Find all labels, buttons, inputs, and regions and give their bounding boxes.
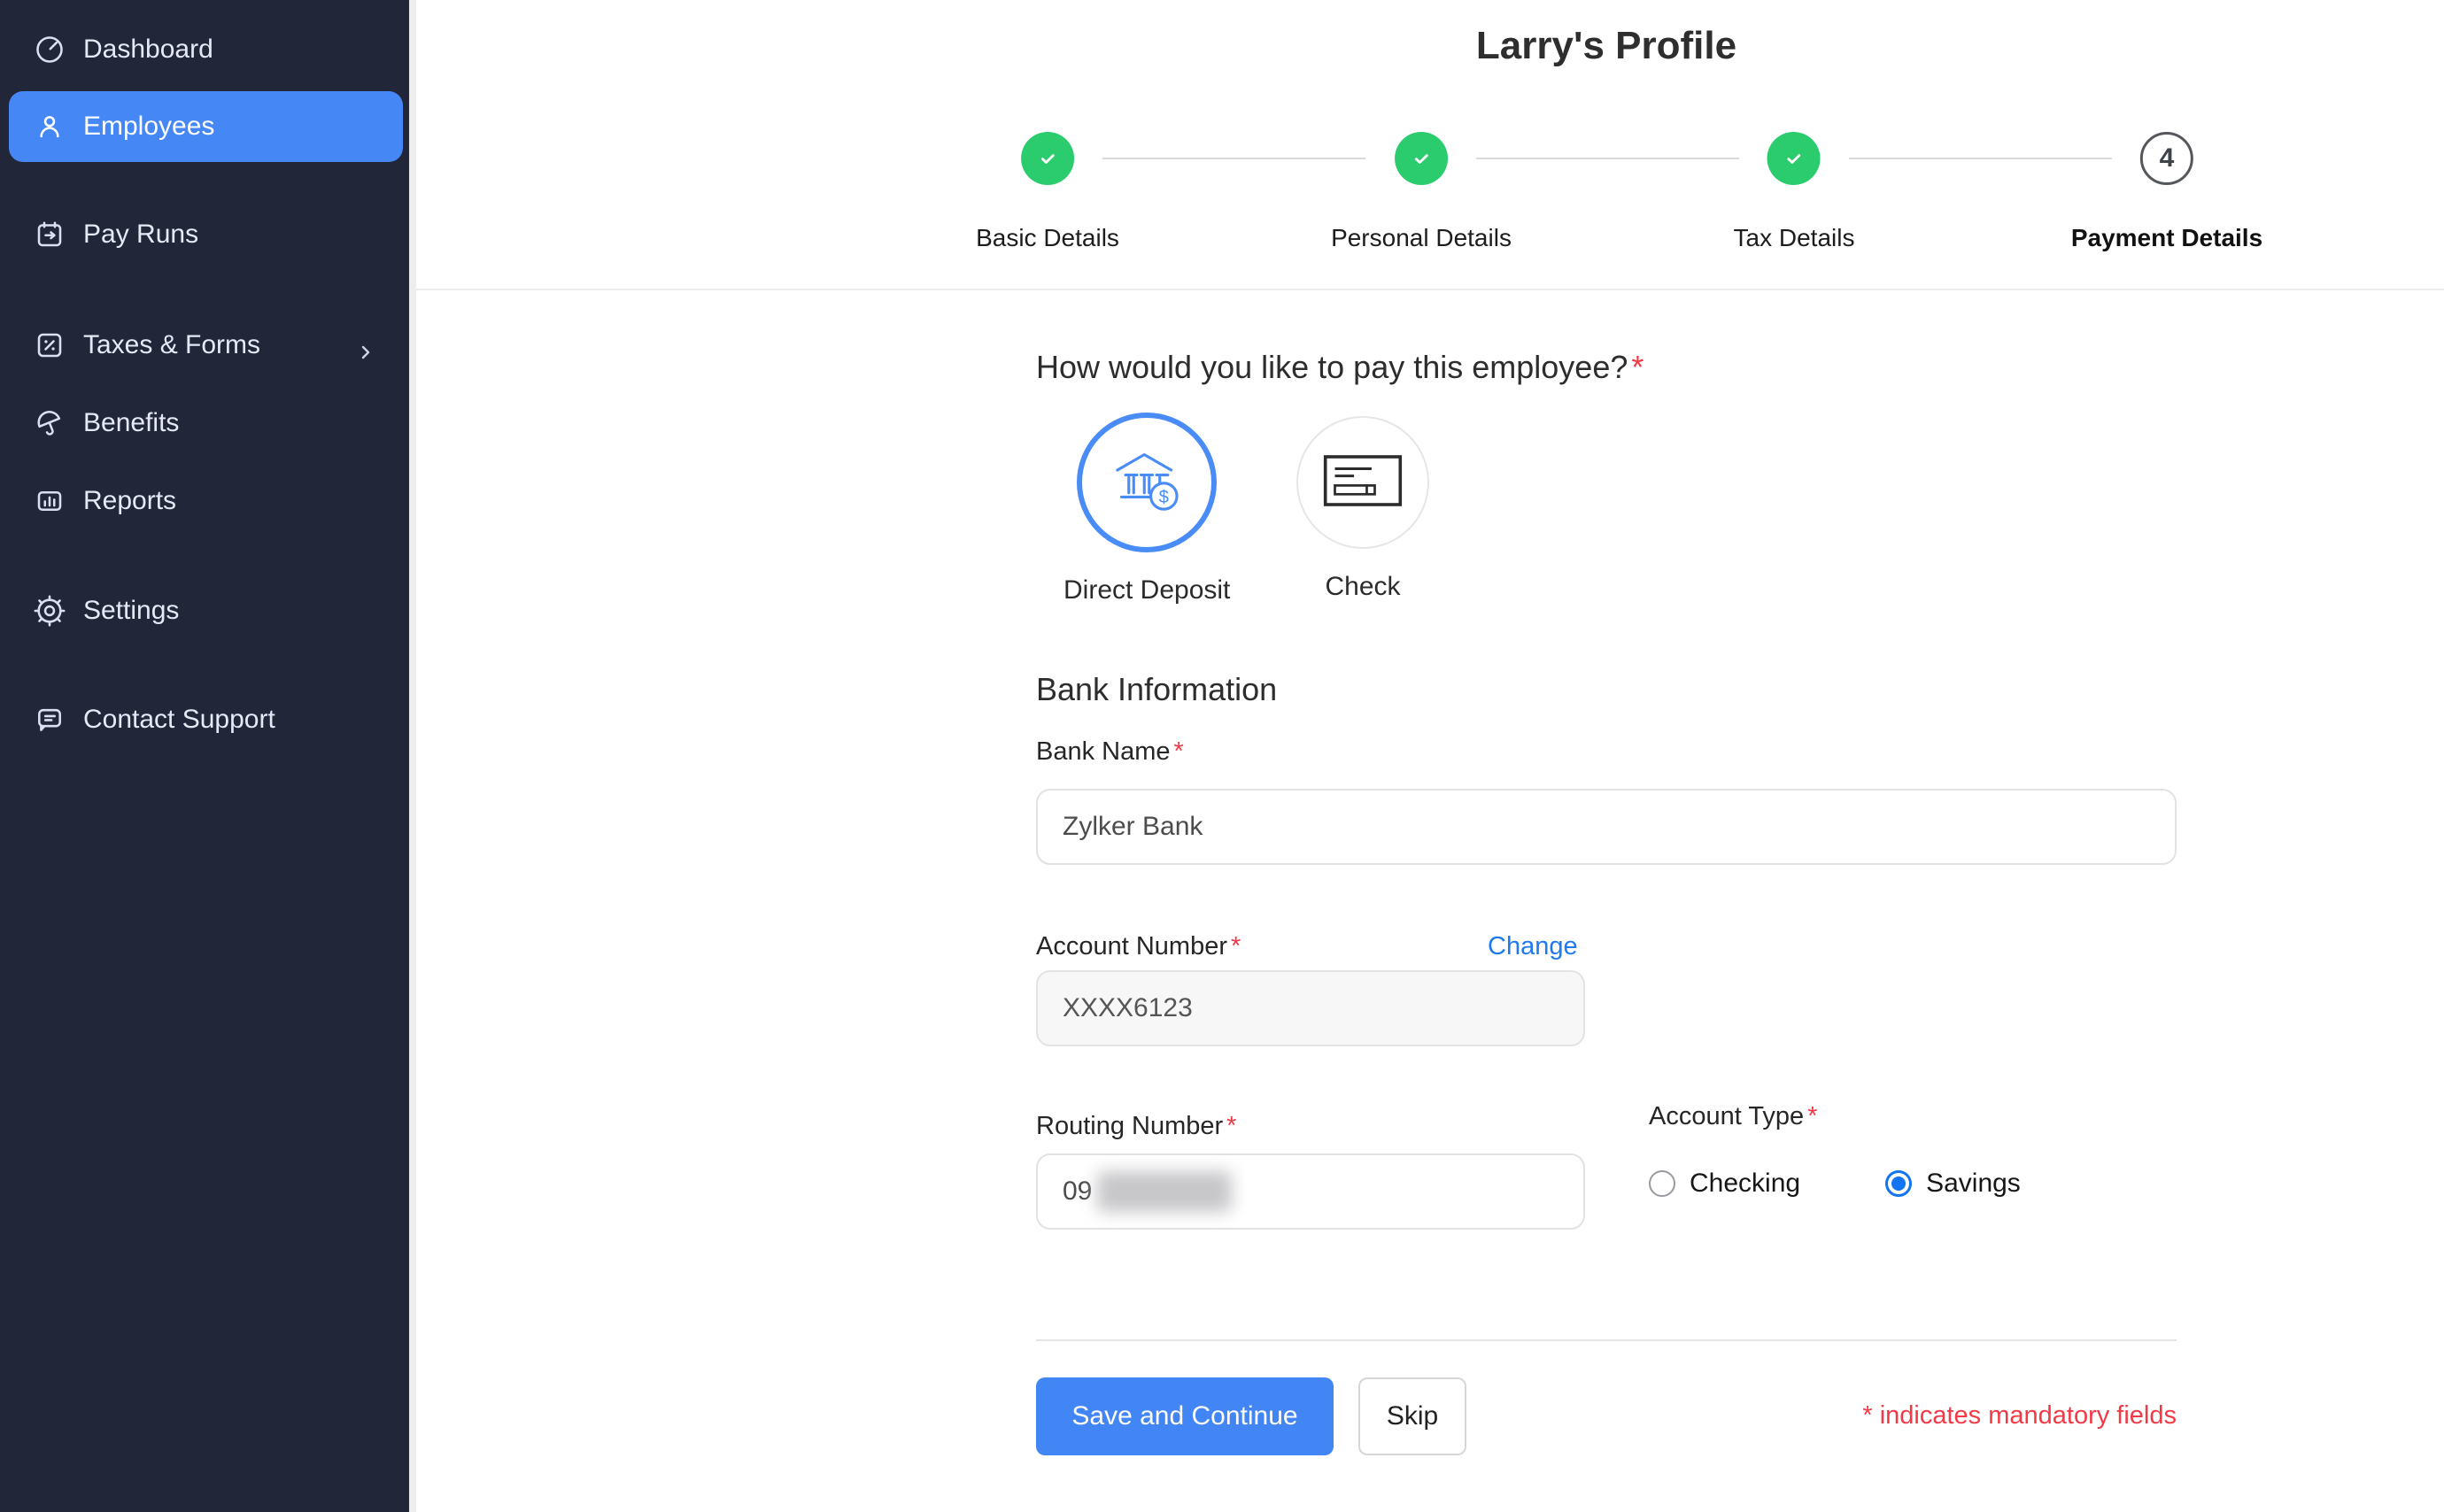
step-number-badge: 4 <box>2140 132 2193 185</box>
pay-option-direct-deposit[interactable]: $ Direct Deposit <box>1063 413 1230 606</box>
content-column: Larry's Profile Basic Details Personal <box>1036 0 2177 1512</box>
mandatory-fields-note: * indicates mandatory fields <box>1862 1401 2177 1431</box>
stepper-step-personal-details[interactable]: Personal Details <box>1331 132 1512 252</box>
stepper: Basic Details Personal Details Tax Detai… <box>1036 132 2177 274</box>
sidebar-item-label: Settings <box>83 596 179 626</box>
step-complete-check-icon <box>1395 132 1448 185</box>
account-type-options: Checking Savings <box>1649 1169 2021 1199</box>
account-number-input[interactable] <box>1036 970 1585 1046</box>
sidebar-item-label: Contact Support <box>83 705 275 735</box>
benefits-icon <box>34 407 66 439</box>
account-number-label-text: Account Number <box>1036 932 1227 960</box>
paper-check-icon <box>1323 454 1403 512</box>
routing-number-input[interactable]: 09 <box>1036 1153 1585 1230</box>
radio-savings[interactable]: Savings <box>1885 1169 2021 1199</box>
stepper-step-tax-details[interactable]: Tax Details <box>1734 132 1855 252</box>
pay-method-question-text: How would you like to pay this employee? <box>1036 349 1628 385</box>
stepper-step-basic-details[interactable]: Basic Details <box>976 132 1119 252</box>
sidebar-item-contact-support[interactable]: Contact Support <box>0 684 409 755</box>
routing-number-label: Routing Number* <box>1036 1112 1236 1141</box>
required-asterisk: * <box>1226 1112 1236 1140</box>
sidebar-item-label: Employees <box>83 112 214 142</box>
stepper-connector <box>1102 158 1365 159</box>
bank-information-heading: Bank Information <box>1036 671 1277 708</box>
sidebar-item-label: Pay Runs <box>83 220 198 250</box>
sidebar-item-taxes-forms[interactable]: Taxes & Forms <box>0 310 409 381</box>
sidebar-item-label: Dashboard <box>83 35 213 65</box>
sidebar-item-reports[interactable]: Reports <box>0 466 409 536</box>
radio-label: Checking <box>1690 1169 1800 1199</box>
account-number-label: Account Number* <box>1036 932 1241 961</box>
sidebar-item-label: Reports <box>83 486 176 516</box>
svg-text:$: $ <box>1159 487 1169 506</box>
radio-label: Savings <box>1926 1169 2021 1199</box>
sidebar-item-label: Taxes & Forms <box>83 330 260 360</box>
pay-runs-icon <box>34 219 66 251</box>
bank-name-label: Bank Name* <box>1036 737 1184 767</box>
sidebar-item-benefits[interactable]: Benefits <box>0 388 409 459</box>
sidebar-item-employees[interactable]: Employees <box>9 91 403 162</box>
main-content: Larry's Profile Basic Details Personal <box>416 0 2444 1512</box>
skip-button[interactable]: Skip <box>1358 1377 1466 1455</box>
bank-name-input[interactable] <box>1036 789 2177 865</box>
routing-number-visible-digits: 09 <box>1063 1176 1092 1207</box>
step-label: Tax Details <box>1734 224 1855 252</box>
page-title: Larry's Profile <box>1036 24 2177 68</box>
step-label: Payment Details <box>2071 224 2262 252</box>
save-and-continue-button[interactable]: Save and Continue <box>1036 1377 1334 1455</box>
chevron-right-icon <box>358 337 374 353</box>
routing-number-redacted-blur <box>1097 1171 1232 1212</box>
account-type-group: Account Type* Checking Savings <box>1649 1102 2021 1199</box>
pay-option-label: Direct Deposit <box>1063 575 1230 606</box>
pay-method-question: How would you like to pay this employee?… <box>1036 349 1644 386</box>
stepper-connector <box>1476 158 1739 159</box>
account-type-label-text: Account Type <box>1649 1102 1804 1130</box>
step-number: 4 <box>2160 143 2175 174</box>
sidebar-item-settings[interactable]: Settings <box>0 575 409 646</box>
pay-option-check[interactable]: Check <box>1296 416 1429 602</box>
form-divider <box>1036 1339 2177 1341</box>
change-account-link[interactable]: Change <box>1488 932 1578 961</box>
required-asterisk: * <box>1231 932 1241 960</box>
account-type-label: Account Type* <box>1649 1102 2021 1131</box>
step-label: Basic Details <box>976 224 1119 252</box>
radio-checking[interactable]: Checking <box>1649 1169 1800 1199</box>
bank-deposit-icon: $ <box>1106 440 1187 526</box>
radio-selected-icon <box>1885 1170 1912 1197</box>
step-complete-check-icon <box>1021 132 1074 185</box>
sidebar-item-label: Benefits <box>83 408 179 438</box>
routing-number-label-text: Routing Number <box>1036 1112 1223 1140</box>
direct-deposit-selected-circle: $ <box>1077 413 1217 552</box>
radio-unselected-icon <box>1649 1170 1675 1197</box>
sidebar-item-dashboard[interactable]: Dashboard <box>0 14 409 85</box>
pay-option-label: Check <box>1325 572 1400 602</box>
required-asterisk: * <box>1807 1102 1817 1130</box>
bank-name-label-text: Bank Name <box>1036 737 1171 766</box>
contact-support-icon <box>34 704 66 736</box>
step-complete-check-icon <box>1767 132 1821 185</box>
settings-icon <box>34 595 66 627</box>
required-asterisk: * <box>1631 349 1644 385</box>
sidebar-item-pay-runs[interactable]: Pay Runs <box>0 199 409 270</box>
taxes-forms-icon <box>34 329 66 361</box>
check-option-circle <box>1296 416 1429 549</box>
stepper-step-payment-details[interactable]: 4 Payment Details <box>2071 132 2262 252</box>
step-label: Personal Details <box>1331 224 1512 252</box>
dashboard-icon <box>34 34 66 66</box>
employees-icon <box>34 111 66 143</box>
required-asterisk: * <box>1174 737 1184 766</box>
app-root: Dashboard Employees Pay Runs Taxes & For… <box>0 0 2444 1512</box>
reports-icon <box>34 485 66 517</box>
sidebar: Dashboard Employees Pay Runs Taxes & For… <box>0 0 416 1512</box>
